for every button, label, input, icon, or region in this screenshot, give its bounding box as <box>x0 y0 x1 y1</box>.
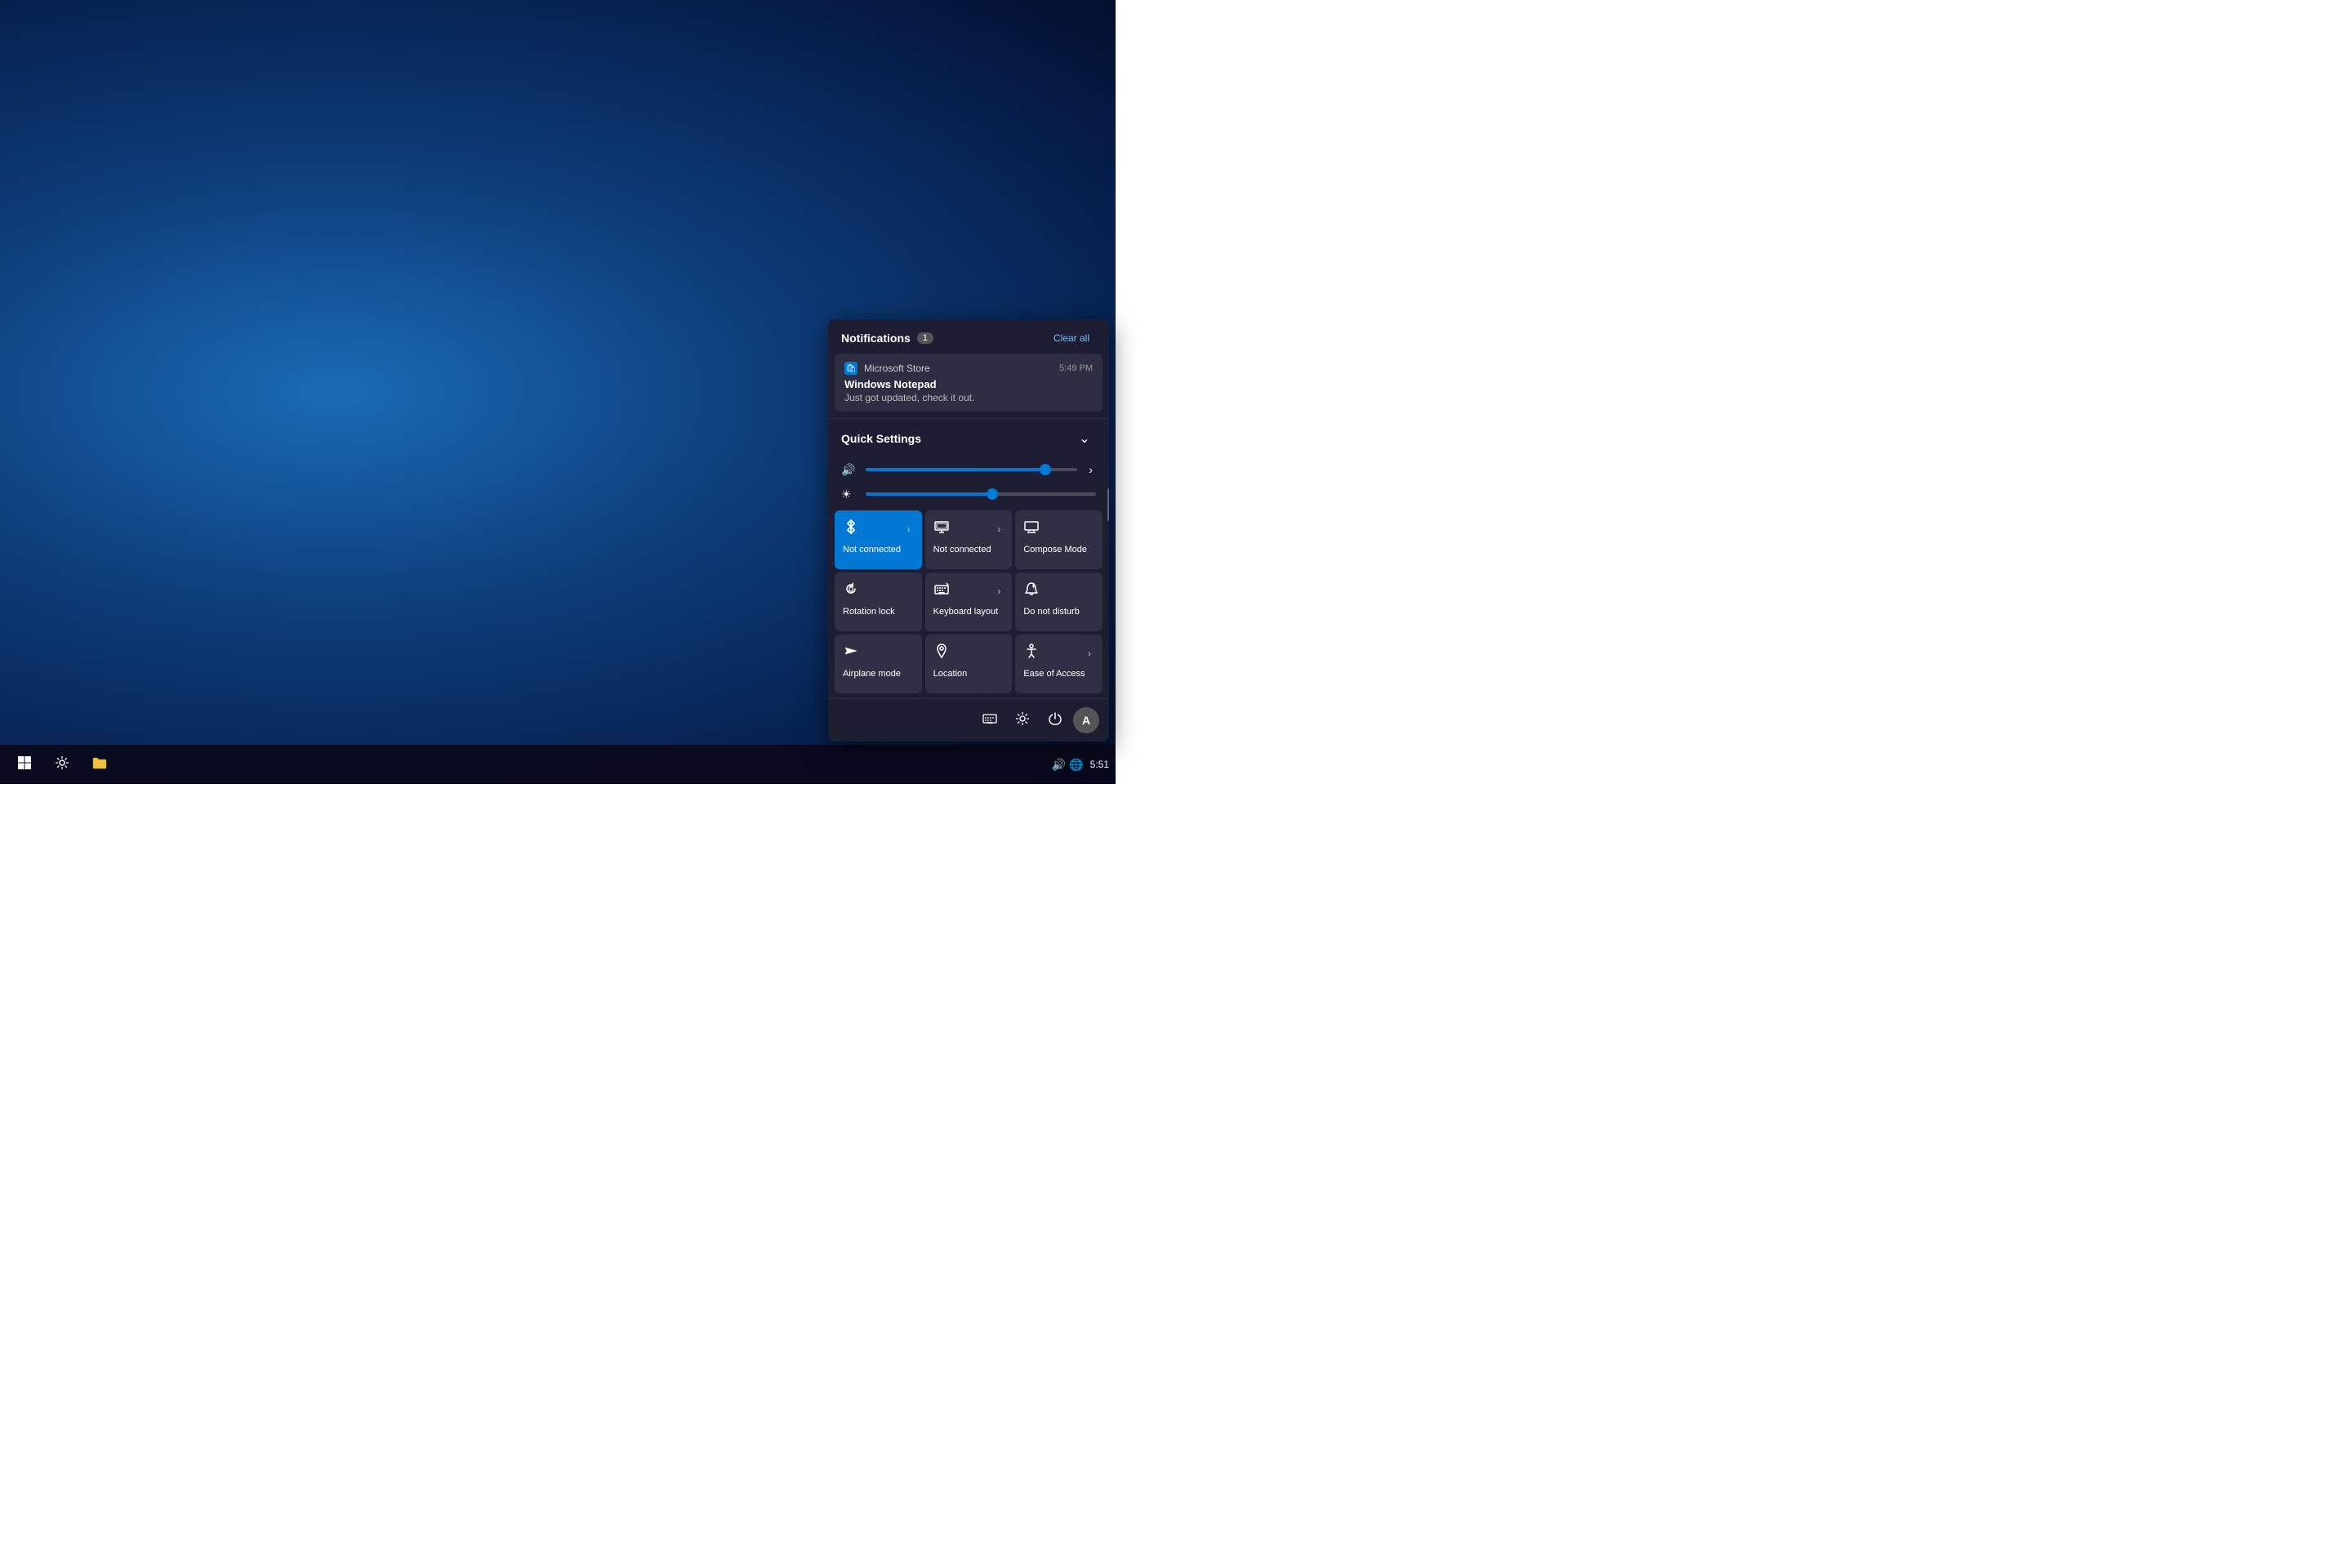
volume-fill <box>866 468 1045 471</box>
rotation-lock-tile[interactable]: Rotation lock <box>835 572 922 631</box>
rotation-lock-label: Rotation lock <box>843 606 914 617</box>
desktop: Notifications 1 Clear all 🛍 Microsoft St… <box>0 0 1116 784</box>
compose-mode-label: Compose Mode <box>1023 544 1094 555</box>
settings-button[interactable] <box>1008 706 1037 735</box>
notifications-title: Notifications <box>841 332 911 345</box>
ease-of-access-icon <box>1023 643 1040 663</box>
bluetooth-tile[interactable]: › Not connected <box>835 510 922 569</box>
network-tile-top: › <box>933 519 1004 539</box>
volume-slider-row: 🔊 › <box>828 457 1109 483</box>
volume-slider[interactable] <box>866 461 1077 478</box>
notif-body: Just got updated, check it out. <box>844 392 1093 403</box>
keyboard-layout-arrow-icon[interactable]: › <box>994 584 1004 599</box>
keyboard-layout-label: Keyboard layout <box>933 606 1004 617</box>
bluetooth-arrow-icon[interactable]: › <box>904 522 914 537</box>
settings-taskbar-icon <box>55 755 69 774</box>
quick-settings-title: Quick Settings <box>841 432 921 445</box>
network-label: Not connected <box>933 544 1004 555</box>
settings-taskbar-button[interactable] <box>44 746 80 782</box>
volume-icon: 🔊 <box>841 463 858 477</box>
do-not-disturb-icon <box>1023 581 1040 601</box>
network-arrow-icon[interactable]: › <box>994 522 1004 537</box>
brightness-thumb[interactable] <box>987 488 998 500</box>
speaker-tray-icon: 🔊 <box>1052 758 1066 772</box>
bluetooth-label: Not connected <box>843 544 914 555</box>
notifications-header: Notifications 1 Clear all <box>828 319 1109 354</box>
keyboard-layout-tile[interactable]: › Keyboard layout <box>925 572 1013 631</box>
clear-all-button[interactable]: Clear all <box>1047 329 1096 347</box>
system-tray: 🔊 🌐 <box>1052 758 1084 772</box>
airplane-mode-tile-top <box>843 643 914 663</box>
compose-mode-tile[interactable]: Compose Mode <box>1015 510 1102 569</box>
keyboard-layout-icon <box>933 581 950 601</box>
location-label: Location <box>933 668 1004 679</box>
notification-card[interactable]: 🛍 Microsoft Store 5:49 PM Windows Notepa… <box>835 354 1102 412</box>
chevron-down-icon: ⌄ <box>1079 430 1089 447</box>
brightness-slider-row: ☀ <box>828 483 1109 506</box>
action-center-panel: Notifications 1 Clear all 🛍 Microsoft St… <box>828 319 1109 742</box>
ease-of-access-tile[interactable]: › Ease of Access <box>1015 635 1102 693</box>
notif-app-icon: 🛍 <box>844 362 858 375</box>
do-not-disturb-label: Do not disturb <box>1023 606 1094 617</box>
brightness-track <box>866 492 1096 496</box>
bluetooth-tile-top: › <box>843 519 914 539</box>
ease-of-access-label: Ease of Access <box>1023 668 1094 679</box>
windows-logo-icon <box>17 755 32 774</box>
brightness-slider[interactable] <box>866 486 1096 502</box>
volume-track <box>866 468 1077 471</box>
quick-settings-header: Quick Settings ⌄ <box>828 419 1109 457</box>
quick-settings-grid: › Not connected › <box>828 506 1109 698</box>
taskbar: 🔊 🌐 5:51 <box>0 745 1116 784</box>
compose-mode-icon <box>1023 519 1040 539</box>
network-icon <box>933 519 950 539</box>
do-not-disturb-tile-top <box>1023 581 1094 601</box>
compose-mode-tile-top <box>1023 519 1094 539</box>
file-explorer-button[interactable] <box>82 746 118 782</box>
time-display: 5:51 <box>1090 759 1109 770</box>
bluetooth-icon <box>843 519 859 539</box>
location-icon <box>933 643 950 663</box>
rotation-lock-icon <box>843 581 859 601</box>
notif-app-name: Microsoft Store <box>864 363 930 374</box>
settings-gear-icon <box>1015 711 1030 730</box>
scroll-indicator <box>1107 488 1109 521</box>
notifications-badge: 1 <box>917 332 933 344</box>
volume-arrow-icon[interactable]: › <box>1085 460 1096 479</box>
avatar-label: A <box>1082 714 1090 727</box>
folder-icon <box>91 755 108 774</box>
notif-time: 5:49 PM <box>1059 363 1093 373</box>
ease-of-access-arrow-icon[interactable]: › <box>1085 646 1094 661</box>
notif-card-header: 🛍 Microsoft Store 5:49 PM <box>844 362 1093 375</box>
clock[interactable]: 5:51 <box>1090 758 1109 772</box>
keyboard-icon <box>982 711 997 730</box>
power-icon <box>1048 711 1062 730</box>
power-button[interactable] <box>1040 706 1070 735</box>
brightness-icon: ☀ <box>841 488 858 501</box>
keyboard-layout-tile-top: › <box>933 581 1004 601</box>
ease-of-access-tile-top: › <box>1023 643 1094 663</box>
notif-title: Windows Notepad <box>844 378 1093 390</box>
network-tray-icon: 🌐 <box>1069 758 1083 772</box>
location-tile[interactable]: Location <box>925 635 1013 693</box>
location-tile-top <box>933 643 1004 663</box>
airplane-mode-label: Airplane mode <box>843 668 914 679</box>
rotation-lock-tile-top <box>843 581 914 601</box>
start-button[interactable] <box>7 746 42 782</box>
quick-settings-bottom-bar: A <box>828 698 1109 742</box>
network-tile[interactable]: › Not connected <box>925 510 1013 569</box>
volume-thumb[interactable] <box>1040 464 1051 475</box>
do-not-disturb-tile[interactable]: Do not disturb <box>1015 572 1102 631</box>
airplane-mode-tile[interactable]: Airplane mode <box>835 635 922 693</box>
keyboard-button[interactable] <box>975 706 1004 735</box>
airplane-mode-icon <box>843 643 859 663</box>
brightness-fill <box>866 492 992 496</box>
quick-settings-expand-button[interactable]: ⌄ <box>1073 427 1096 450</box>
taskbar-right: 🔊 🌐 5:51 <box>1052 758 1109 772</box>
user-avatar[interactable]: A <box>1073 707 1099 733</box>
